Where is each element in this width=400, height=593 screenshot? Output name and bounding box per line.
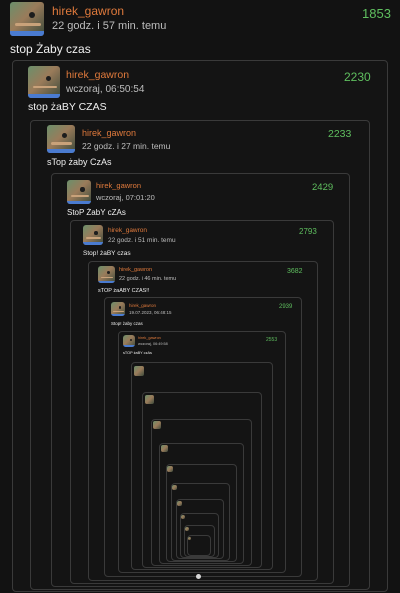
frog-eye xyxy=(94,231,98,235)
post-text: StoP ŻabY cZAs xyxy=(67,208,126,217)
timestamp: wczoraj, 07:01:20 xyxy=(96,193,155,202)
vote-score[interactable]: 2939 xyxy=(279,304,292,310)
avatar xyxy=(145,395,154,404)
avatar xyxy=(161,445,168,452)
avatar[interactable] xyxy=(10,2,44,36)
timestamp: 22 godz. i 27 min. temu xyxy=(82,141,171,151)
avatar xyxy=(181,515,185,519)
post-text: stop Żaby czas xyxy=(10,42,91,56)
vote-score[interactable]: 2230 xyxy=(344,70,371,84)
avatar xyxy=(172,485,177,490)
avatar xyxy=(188,537,191,540)
avatar[interactable] xyxy=(67,180,91,204)
vote-score[interactable]: 2553 xyxy=(266,337,277,343)
avatar[interactable] xyxy=(83,225,103,245)
avatar xyxy=(185,527,189,531)
username[interactable]: hirek_gawron xyxy=(82,128,136,138)
frog-mouth xyxy=(32,85,57,89)
avatar xyxy=(177,501,182,506)
username[interactable]: hirek_gawron xyxy=(96,181,141,190)
avatar[interactable] xyxy=(98,266,115,283)
username[interactable]: hirek_gawron xyxy=(66,69,129,81)
timestamp: 19.07.2023, 06:48:15 xyxy=(129,310,172,315)
username[interactable]: hirek_gawron xyxy=(129,303,156,308)
username[interactable]: hirek_gawron xyxy=(119,267,152,273)
vote-score[interactable]: 2233 xyxy=(328,128,351,140)
post-text: sTOP żaABY CZAS!! xyxy=(98,288,150,294)
avatar[interactable] xyxy=(28,66,60,98)
timestamp: 22 godz. i 57 min. temu xyxy=(52,20,167,32)
frog-mouth xyxy=(100,276,114,278)
frog-eye xyxy=(129,338,132,341)
username[interactable]: hirek_gawron xyxy=(108,227,147,234)
frog-eye xyxy=(62,133,68,139)
post-text: Stop! żaby czas xyxy=(111,321,143,326)
avatar[interactable] xyxy=(111,302,125,316)
username[interactable]: hirek_gawron xyxy=(138,336,161,340)
timestamp: 22 godz. i 51 min. temu xyxy=(108,237,176,244)
timestamp: 22 godz. i 46 min. temu xyxy=(119,276,177,282)
frog-eye xyxy=(107,271,111,275)
frog-eye xyxy=(80,187,85,192)
frog-mouth xyxy=(51,142,73,145)
avatar xyxy=(153,421,161,429)
avatar xyxy=(134,366,144,376)
avatar[interactable] xyxy=(47,125,75,153)
avatar[interactable] xyxy=(123,335,135,347)
frog-mouth xyxy=(113,310,124,312)
post-text: stop żaBY CZAS xyxy=(28,101,107,113)
frog-mouth xyxy=(86,237,101,239)
vote-score[interactable]: 3682 xyxy=(287,268,303,275)
vote-score[interactable]: 1853 xyxy=(362,6,391,21)
frog-mouth xyxy=(70,194,89,197)
post-text: sTop żaby CzAs xyxy=(47,157,112,167)
frog-eye xyxy=(28,12,35,19)
frog-eye xyxy=(45,75,52,82)
avatar xyxy=(167,466,173,472)
post-text: sTOP żaBY czAs xyxy=(123,351,152,355)
post-text: Stop! żaBY czas xyxy=(83,250,131,257)
frog-mouth xyxy=(15,23,41,26)
timestamp: wczoraj, 06:50:54 xyxy=(66,84,145,95)
timestamp: wczoraj, 06:49:58 xyxy=(138,342,168,346)
username[interactable]: hirek_gawron xyxy=(52,4,124,18)
vanishing-point xyxy=(196,574,201,579)
vote-score[interactable]: 2793 xyxy=(299,227,317,236)
vote-score[interactable]: 2429 xyxy=(312,182,333,193)
frog-eye xyxy=(118,306,122,309)
